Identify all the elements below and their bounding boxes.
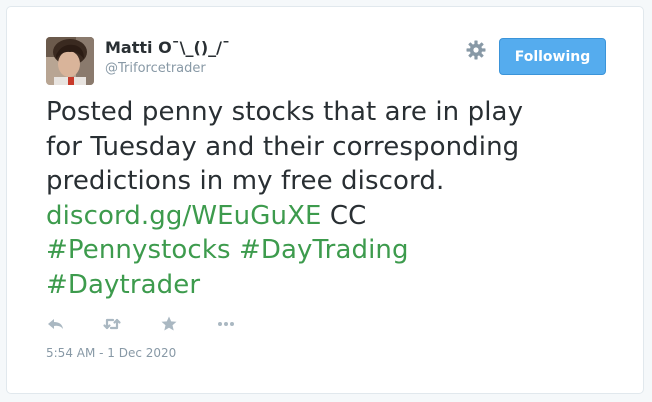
- following-button[interactable]: Following: [499, 38, 606, 75]
- gear-icon[interactable]: [464, 38, 488, 62]
- tweet-text-line: discord.gg/WEuGuXE CC: [46, 199, 616, 234]
- hashtag-link[interactable]: #DayTrading: [239, 235, 409, 265]
- user-handle[interactable]: @Triforcetrader: [105, 61, 206, 76]
- avatar[interactable]: [46, 37, 94, 85]
- hashtag-link[interactable]: #Daytrader: [46, 270, 200, 300]
- tweet-text-line: predictions in my free discord.: [46, 166, 445, 196]
- display-name[interactable]: Matti O¯\_()_/¯: [105, 38, 230, 57]
- tweet-card: Matti O¯\_()_/¯ @Triforcetrader Followin…: [6, 6, 644, 394]
- hashtag-link[interactable]: #Pennystocks: [46, 235, 231, 265]
- like-icon[interactable]: [159, 314, 179, 334]
- tweet-text-line: for Tuesday and their corresponding: [46, 131, 520, 162]
- timestamp[interactable]: 5:54 AM - 1 Dec 2020: [46, 346, 176, 360]
- tweet-text-fragment: CC: [321, 200, 367, 231]
- discord-link[interactable]: discord.gg/WEuGuXE: [46, 201, 322, 231]
- more-icon[interactable]: [216, 314, 236, 334]
- tweet-text-line: #Pennystocks #DayTrading: [46, 233, 616, 268]
- retweet-icon[interactable]: [102, 314, 122, 334]
- tweet-text-line: #Daytrader: [46, 268, 616, 303]
- tweet-text-line: Posted penny stocks that are in play: [46, 97, 524, 127]
- reply-icon[interactable]: [46, 314, 66, 334]
- tweet-text: Posted penny stocks that are in play for…: [46, 95, 616, 302]
